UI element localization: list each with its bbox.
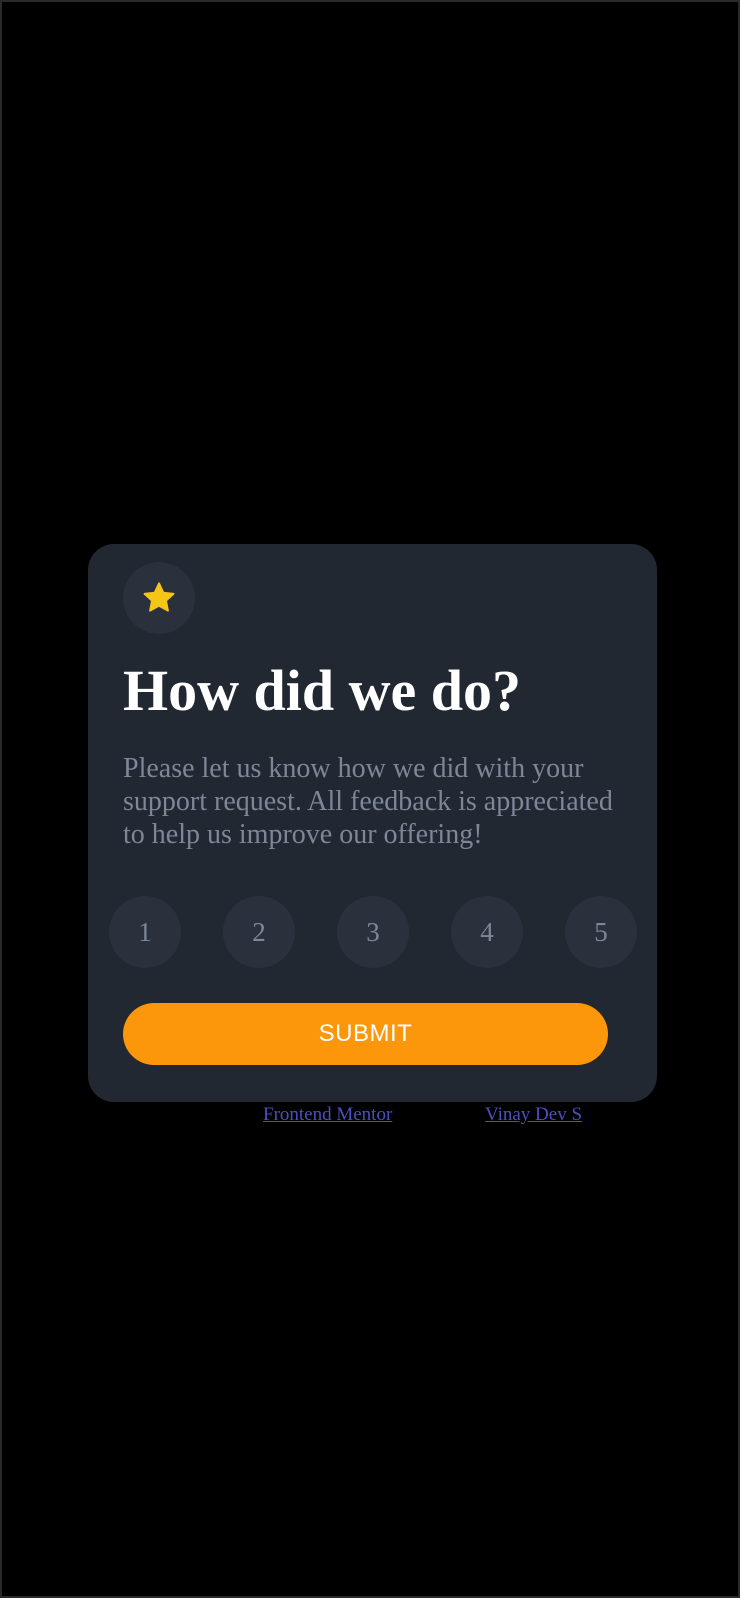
star-icon (143, 582, 175, 612)
attribution: Frontend Mentor Vinay Dev S (2, 1104, 738, 1128)
card-title: How did we do? (123, 658, 522, 723)
author-link[interactable]: Vinay Dev S (485, 1104, 582, 1126)
frontend-mentor-link[interactable]: Frontend Mentor (263, 1104, 392, 1126)
rating-button-1[interactable]: 1 (109, 896, 181, 968)
rating-button-3[interactable]: 3 (337, 896, 409, 968)
star-icon-badge (123, 562, 195, 634)
rating-options: 1 2 3 4 5 (109, 896, 637, 968)
rating-button-5[interactable]: 5 (565, 896, 637, 968)
rating-card: How did we do? Please let us know how we… (88, 544, 657, 1102)
rating-button-4[interactable]: 4 (451, 896, 523, 968)
submit-button[interactable]: SUBMIT (123, 1003, 608, 1065)
card-description: Please let us know how we did with your … (123, 753, 613, 850)
rating-button-2[interactable]: 2 (223, 896, 295, 968)
